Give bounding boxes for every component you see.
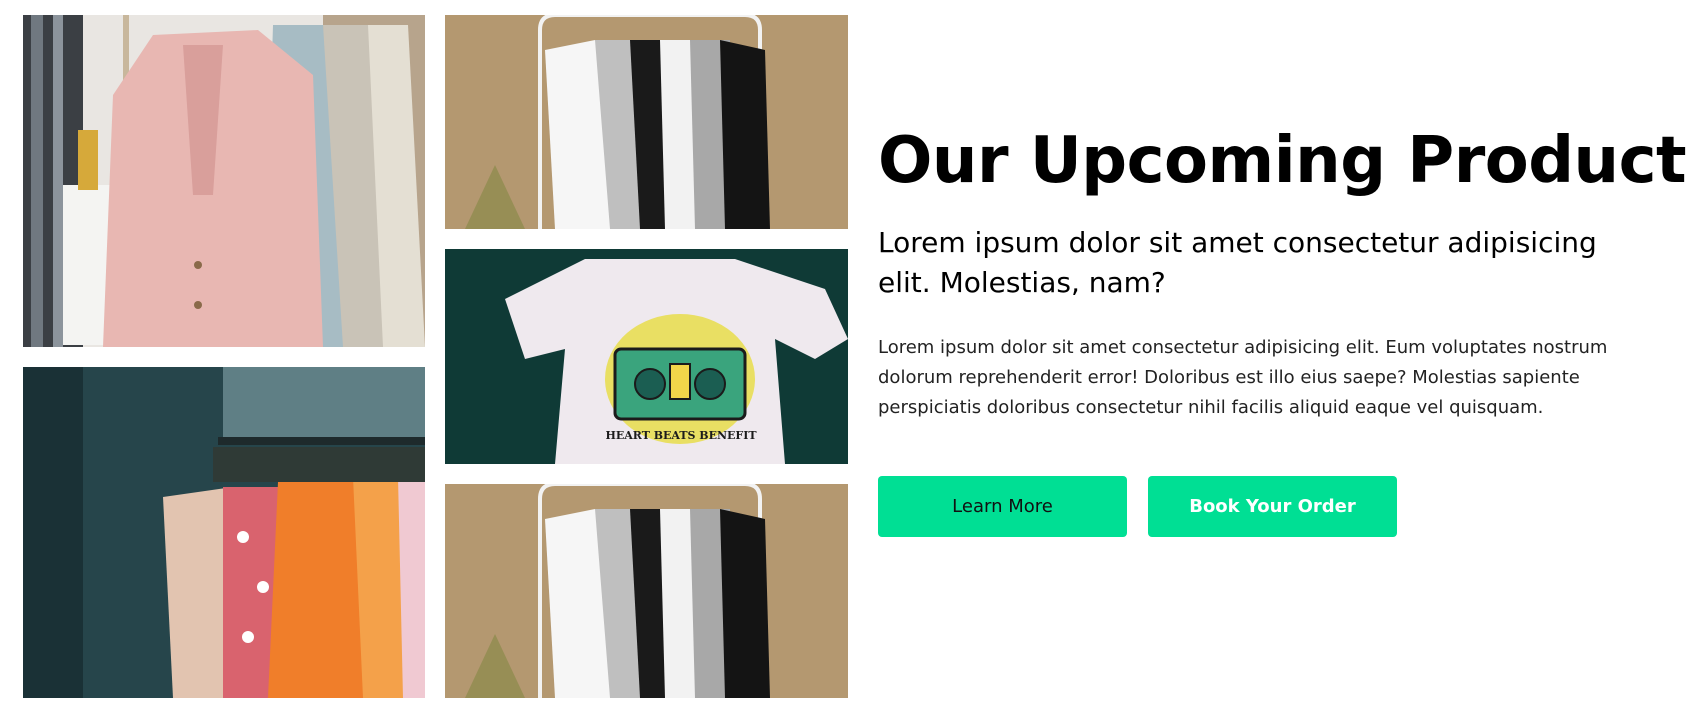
hero-description: Lorem ipsum dolor sit amet consectetur a…	[878, 336, 1608, 418]
gallery-image-clothes-rack	[23, 367, 425, 698]
gallery-image-pink-blazer	[23, 15, 425, 347]
gallery-image-tshirt-rack-bottom	[445, 484, 848, 698]
gallery-image-heart-beats-tshirt: HEART BEATS BENEFIT	[445, 249, 848, 464]
learn-more-button[interactable]: Learn More	[878, 475, 1127, 537]
hero-content: Our Upcoming Product Lorem ipsum dolor s…	[878, 124, 1698, 537]
tshirt-print-text: HEART BEATS BENEFIT	[605, 429, 757, 442]
page-title: Our Upcoming Product	[878, 124, 1687, 198]
gallery-image-tshirt-rack-top	[445, 15, 848, 229]
hero-subtitle: Lorem ipsum dolor sit amet consectetur a…	[878, 225, 1597, 299]
hero-actions: Learn More Book Your Order	[878, 475, 1698, 537]
book-order-button[interactable]: Book Your Order	[1148, 475, 1397, 537]
